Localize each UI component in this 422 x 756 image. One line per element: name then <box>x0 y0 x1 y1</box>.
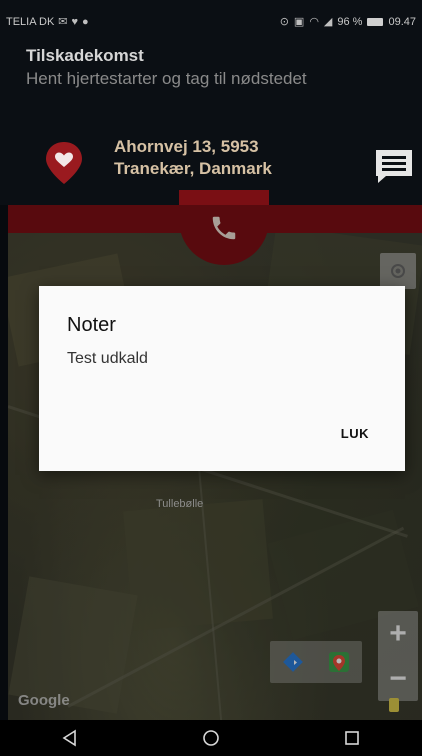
close-button[interactable]: LUK <box>341 426 369 441</box>
address-line-1: Ahornvej 13, 5953 <box>114 137 259 156</box>
alert-subtitle: Hent hjertestarter og tag til nødstedet <box>26 69 307 88</box>
carrier-label: TELIA DK <box>6 16 55 28</box>
navigation-bar <box>0 720 422 756</box>
heart-pin-icon <box>46 142 82 184</box>
status-bar: TELIA DK ✉ ♥ ● ⊙ ▣ ◠ ◢ 96 % 09.47 <box>0 0 422 40</box>
signal-icon: ◢ <box>323 15 333 28</box>
home-circle-icon <box>203 730 219 746</box>
home-button[interactable] <box>191 723 231 753</box>
address-line-2: Tranekær, Danmark <box>114 159 272 178</box>
back-button[interactable] <box>50 723 90 753</box>
message-icon[interactable] <box>374 148 414 184</box>
alert-title: Tilskadekomst <box>26 46 144 65</box>
battery-icon <box>367 18 384 26</box>
status-right: ⊙ ▣ ◠ ◢ 96 % 09.47 <box>280 16 416 28</box>
back-triangle-icon <box>62 729 77 747</box>
mail-icon: ✉ <box>58 15 68 28</box>
heart-notification-icon: ♥ <box>71 15 79 28</box>
incident-address: Ahornvej 13, 5953 Tranekær, Danmark <box>114 136 334 180</box>
recent-square-icon <box>344 731 359 745</box>
chat-notification-icon: ● <box>82 15 89 28</box>
notes-dialog: Noter Test udkald LUK <box>39 286 405 471</box>
alert-header: Tilskadekomst Hent hjertestarter og tag … <box>0 40 422 205</box>
recent-apps-button[interactable] <box>332 723 372 753</box>
status-left: TELIA DK ✉ ♥ ● <box>6 16 89 28</box>
clock: 09.47 <box>388 16 416 28</box>
wifi-icon: ◠ <box>309 15 319 28</box>
nfc-icon: ▣ <box>293 15 305 28</box>
location-icon: ⊙ <box>279 15 289 28</box>
dialog-title: Noter <box>67 314 116 336</box>
battery-percent: 96 % <box>337 16 363 28</box>
dialog-body: Test udkald <box>67 350 148 367</box>
